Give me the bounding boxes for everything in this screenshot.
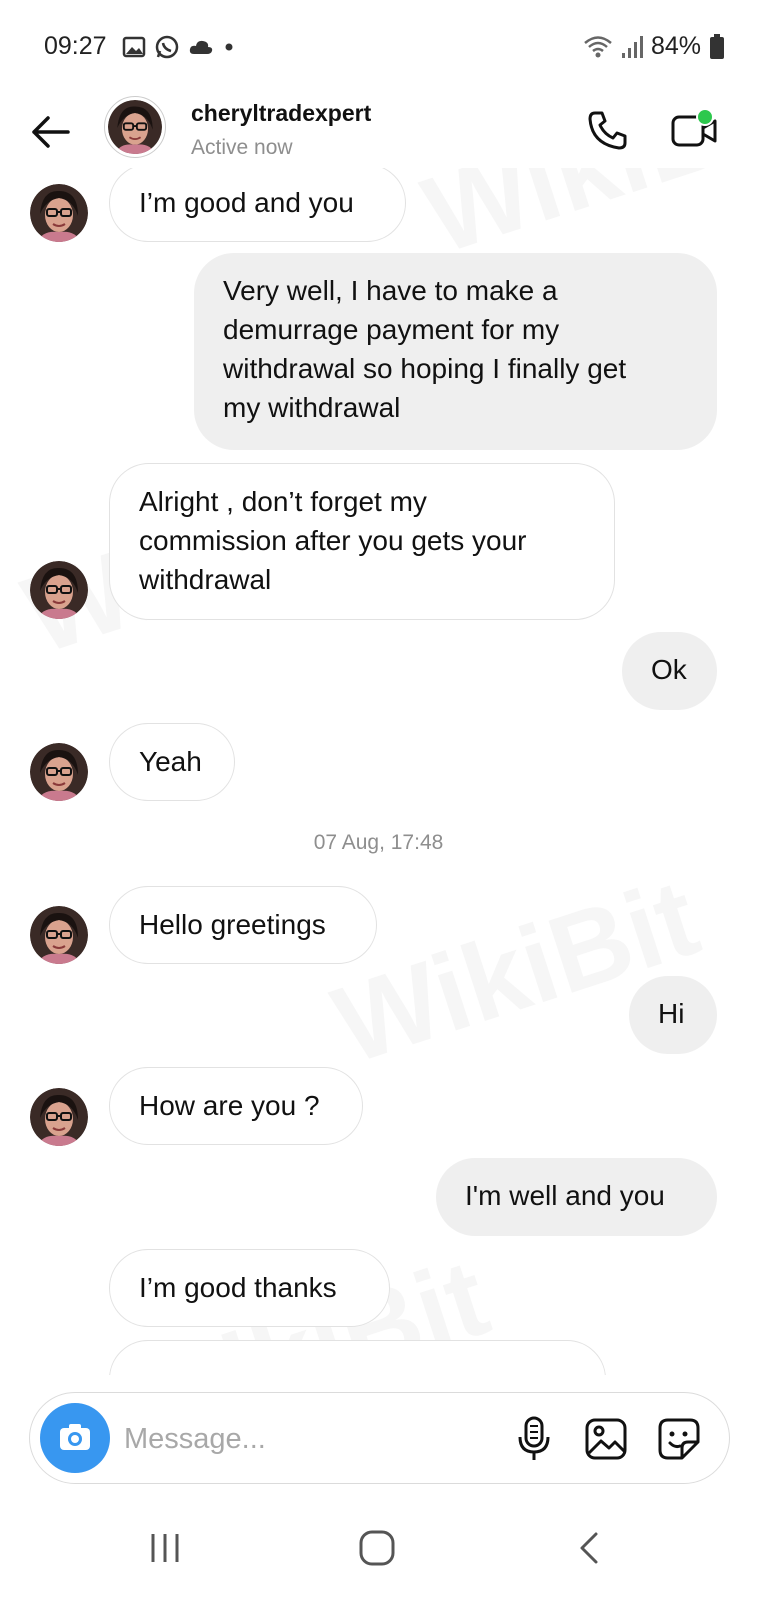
wifi-icon — [584, 35, 612, 57]
chat-header: cheryltradexpert Active now — [0, 96, 757, 168]
microphone-icon[interactable] — [512, 1415, 556, 1463]
status-bar: 09:27 84% — [0, 0, 757, 96]
message-composer — [29, 1392, 730, 1484]
outgoing-message-bubble[interactable]: Hi — [629, 976, 717, 1054]
contact-activity-status: Active now — [191, 136, 293, 159]
back-arrow-icon[interactable] — [28, 110, 72, 154]
profile-photo — [30, 561, 88, 619]
signal-icon — [621, 35, 643, 58]
contact-username[interactable]: cheryltradexpert — [191, 100, 371, 127]
status-notification-icons — [122, 34, 236, 60]
camera-button[interactable] — [40, 1403, 110, 1473]
message-timestamp: 07 Aug, 17:48 — [313, 831, 444, 854]
battery-percentage: 84% — [650, 32, 701, 60]
system-navigation-bar — [0, 1500, 757, 1600]
incoming-message-bubble[interactable]: I’m good and you — [109, 168, 406, 242]
outgoing-message-bubble[interactable]: Ok — [622, 632, 717, 710]
watermark: WikiBit — [319, 854, 712, 1090]
profile-photo — [30, 184, 88, 242]
outgoing-message-bubble[interactable]: Very well, I have to make a demurrage pa… — [194, 253, 717, 450]
incoming-message-bubble[interactable]: Hello greetings — [109, 886, 377, 964]
profile-photo — [30, 743, 88, 801]
sender-avatar[interactable] — [30, 743, 88, 801]
status-time: 09:27 — [44, 32, 107, 60]
home-icon[interactable] — [355, 1526, 399, 1570]
battery-icon — [710, 33, 724, 59]
sender-avatar[interactable] — [30, 184, 88, 242]
incoming-message-bubble-partial[interactable] — [109, 1340, 606, 1375]
profile-photo — [30, 1088, 88, 1146]
incoming-message-bubble[interactable]: Yeah — [109, 723, 235, 801]
cloud-icon — [189, 40, 213, 54]
dot-icon — [225, 43, 233, 51]
back-icon[interactable] — [570, 1526, 610, 1570]
incoming-message-bubble[interactable]: How are you ? — [109, 1067, 363, 1145]
sender-avatar[interactable] — [30, 561, 88, 619]
gallery-icon[interactable] — [582, 1415, 630, 1463]
whatsapp-icon — [155, 35, 179, 59]
incoming-message-bubble[interactable]: Alright , don’t forget my commission aft… — [109, 463, 615, 620]
sticker-icon[interactable] — [655, 1415, 703, 1463]
message-thread[interactable]: WikiBit WikiBit WikiBit WikiBit I’m good… — [0, 168, 757, 1375]
phone-icon[interactable] — [586, 108, 630, 152]
incoming-message-bubble[interactable]: I’m good thanks — [109, 1249, 390, 1327]
message-input[interactable] — [124, 1417, 494, 1461]
outgoing-message-bubble[interactable]: I'm well and you — [436, 1158, 717, 1236]
sender-avatar[interactable] — [30, 1088, 88, 1146]
video-camera-icon[interactable] — [670, 108, 720, 152]
recent-apps-icon[interactable] — [145, 1528, 185, 1568]
avatar[interactable] — [104, 96, 166, 158]
status-system-icons: 84% — [583, 32, 725, 61]
online-indicator-dot — [696, 108, 714, 126]
gallery-icon — [122, 36, 146, 58]
camera-icon — [60, 1424, 90, 1450]
profile-photo — [30, 906, 88, 964]
profile-photo — [108, 100, 162, 154]
sender-avatar[interactable] — [30, 906, 88, 964]
